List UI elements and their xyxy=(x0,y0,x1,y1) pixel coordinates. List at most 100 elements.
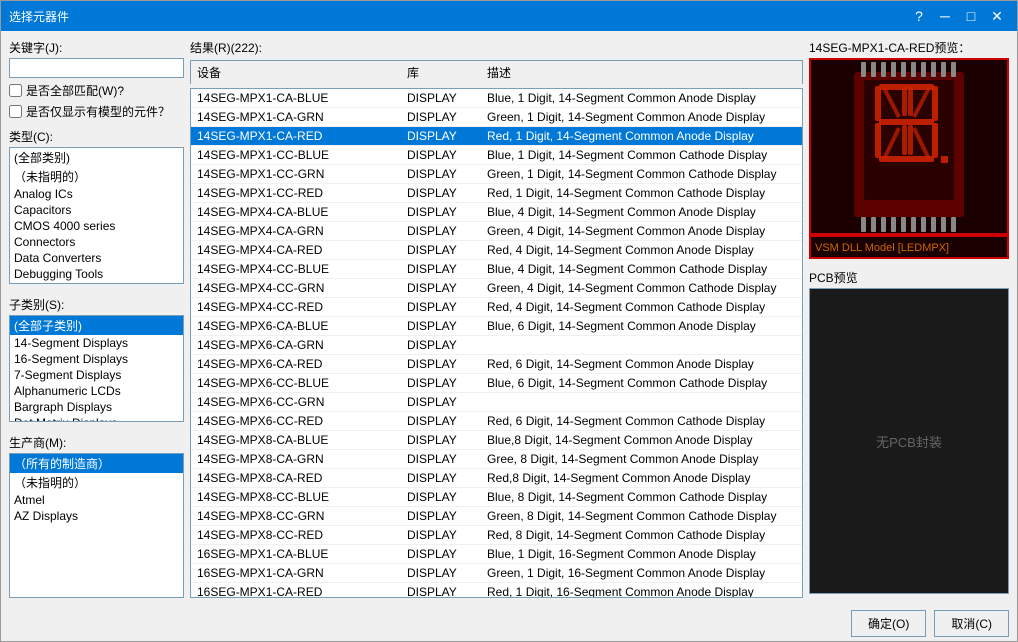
subcategory-listbox[interactable]: (全部子类别)14-Segment Displays16-Segment Dis… xyxy=(9,315,184,422)
results-table[interactable]: 14SEG-MPX1-CA-BLUEDISPLAYBlue, 1 Digit, … xyxy=(190,88,803,598)
table-cell-device: 14SEG-MPX8-CC-GRN xyxy=(195,508,405,524)
table-row[interactable]: 14SEG-MPX6-CC-BLUEDISPLAYBlue, 6 Digit, … xyxy=(191,374,802,393)
table-row[interactable]: 14SEG-MPX8-CC-REDDISPLAYRed, 8 Digit, 14… xyxy=(191,526,802,545)
table-cell-device: 14SEG-MPX8-CA-BLUE xyxy=(195,432,405,448)
table-cell-library: DISPLAY xyxy=(405,261,485,277)
table-cell-library: DISPLAY xyxy=(405,147,485,163)
table-row[interactable]: 14SEG-MPX4-CA-REDDISPLAYRed, 4 Digit, 14… xyxy=(191,241,802,260)
table-row[interactable]: 14SEG-MPX4-CA-GRNDISPLAYGreen, 4 Digit, … xyxy=(191,222,802,241)
table-cell-desc: Blue,8 Digit, 14-Segment Common Anode Di… xyxy=(485,432,798,448)
table-row[interactable]: 14SEG-MPX8-CC-BLUEDISPLAYBlue, 8 Digit, … xyxy=(191,488,802,507)
category-item-3[interactable]: Capacitors xyxy=(10,202,183,218)
category-item-6[interactable]: Data Converters xyxy=(10,250,183,266)
manufacturer-item-2[interactable]: Atmel xyxy=(10,492,183,508)
subcategory-item-3[interactable]: 7-Segment Displays xyxy=(10,367,183,383)
table-row[interactable]: 14SEG-MPX6-CC-REDDISPLAYRed, 6 Digit, 14… xyxy=(191,412,802,431)
right-panel: 14SEG-MPX1-CA-RED预览： xyxy=(809,39,1009,598)
manufacturer-item-0[interactable]: （所有的制造商） xyxy=(10,454,183,473)
left-panel: 关键字(J): 是否全部匹配(W)? 是否仅显示有模型的元件？ 类型(C): (… xyxy=(9,39,184,598)
help-button[interactable]: ? xyxy=(907,6,931,26)
table-row[interactable]: 14SEG-MPX8-CC-GRNDISPLAYGreen, 8 Digit, … xyxy=(191,507,802,526)
table-cell-device: 14SEG-MPX6-CA-BLUE xyxy=(195,318,405,334)
close-button[interactable]: ✕ xyxy=(985,6,1009,26)
dll-model-label: VSM DLL Model [LEDMPX] xyxy=(815,242,949,254)
manufacturer-item-3[interactable]: AZ Displays xyxy=(10,508,183,524)
table-row[interactable]: 16SEG-MPX1-CA-GRNDISPLAYGreen, 1 Digit, … xyxy=(191,564,802,583)
table-row[interactable]: 14SEG-MPX4-CC-REDDISPLAYRed, 4 Digit, 14… xyxy=(191,298,802,317)
table-cell-device: 14SEG-MPX6-CC-BLUE xyxy=(195,375,405,391)
table-row[interactable]: 14SEG-MPX6-CC-GRNDISPLAY xyxy=(191,393,802,412)
table-cell-desc: Blue, 8 Digit, 14-Segment Common Cathode… xyxy=(485,489,798,505)
manufacturer-item-1[interactable]: （未指明的） xyxy=(10,473,183,492)
table-row[interactable]: 14SEG-MPX6-CA-GRNDISPLAY xyxy=(191,336,802,355)
table-cell-library: DISPLAY xyxy=(405,470,485,486)
table-row[interactable]: 14SEG-MPX8-CA-REDDISPLAYRed,8 Digit, 14-… xyxy=(191,469,802,488)
col-device: 设备 xyxy=(195,63,405,82)
subcategory-item-5[interactable]: Bargraph Displays xyxy=(10,399,183,415)
table-row[interactable]: 14SEG-MPX1-CA-BLUEDISPLAYBlue, 1 Digit, … xyxy=(191,89,802,108)
subcategory-item-0[interactable]: (全部子类别) xyxy=(10,316,183,335)
table-cell-desc: Red, 8 Digit, 14-Segment Common Cathode … xyxy=(485,527,798,543)
table-row[interactable]: 14SEG-MPX6-CA-BLUEDISPLAYBlue, 6 Digit, … xyxy=(191,317,802,336)
table-row[interactable]: 16SEG-MPX1-CA-BLUEDISPLAYBlue, 1 Digit, … xyxy=(191,545,802,564)
table-cell-library: DISPLAY xyxy=(405,128,485,144)
title-bar-buttons: ? ─ □ ✕ xyxy=(907,6,1009,26)
pcb-preview-area: 无PCB封装 xyxy=(809,288,1009,594)
table-cell-desc: Green, 8 Digit, 14-Segment Common Cathod… xyxy=(485,508,798,524)
table-cell-device: 14SEG-MPX1-CA-GRN xyxy=(195,109,405,125)
all-match-row: 是否全部匹配(W)? xyxy=(9,82,184,99)
category-listbox[interactable]: (全部类别)（未指明的）Analog ICsCapacitorsCMOS 400… xyxy=(9,147,184,284)
table-cell-library: DISPLAY xyxy=(405,109,485,125)
keyword-input[interactable] xyxy=(9,58,184,78)
ok-button[interactable]: 确定(O) xyxy=(851,610,926,637)
table-row[interactable]: 14SEG-MPX1-CA-GRNDISPLAYGreen, 1 Digit, … xyxy=(191,108,802,127)
model-only-checkbox[interactable] xyxy=(9,105,22,118)
table-row[interactable]: 14SEG-MPX1-CC-GRNDISPLAYGreen, 1 Digit, … xyxy=(191,165,802,184)
category-item-7[interactable]: Debugging Tools xyxy=(10,266,183,282)
table-cell-desc: Green, 4 Digit, 14-Segment Common Cathod… xyxy=(485,280,798,296)
cancel-button[interactable]: 取消(C) xyxy=(934,610,1009,637)
table-row[interactable]: 14SEG-MPX4-CC-BLUEDISPLAYBlue, 4 Digit, … xyxy=(191,260,802,279)
category-item-4[interactable]: CMOS 4000 series xyxy=(10,218,183,234)
table-cell-desc: Green, 1 Digit, 14-Segment Common Anode … xyxy=(485,109,798,125)
table-row[interactable]: 14SEG-MPX8-CA-GRNDISPLAYGree, 8 Digit, 1… xyxy=(191,450,802,469)
table-row[interactable]: 16SEG-MPX1-CA-REDDISPLAYRed, 1 Digit, 16… xyxy=(191,583,802,598)
table-cell-desc: Green, 4 Digit, 14-Segment Common Anode … xyxy=(485,223,798,239)
subcategory-item-6[interactable]: Dot Matrix Displays xyxy=(10,415,183,422)
table-row[interactable]: 14SEG-MPX4-CC-GRNDISPLAYGreen, 4 Digit, … xyxy=(191,279,802,298)
category-section: 类型(C): (全部类别)（未指明的）Analog ICsCapacitorsC… xyxy=(9,124,184,284)
table-cell-desc: Blue, 4 Digit, 14-Segment Common Cathode… xyxy=(485,261,798,277)
table-cell-library: DISPLAY xyxy=(405,204,485,220)
category-item-5[interactable]: Connectors xyxy=(10,234,183,250)
title-bar: 选择元器件 ? ─ □ ✕ xyxy=(1,1,1017,31)
category-item-1[interactable]: （未指明的） xyxy=(10,167,183,186)
table-cell-desc: Blue, 1 Digit, 16-Segment Common Anode D… xyxy=(485,546,798,562)
no-pcb-label: 无PCB封装 xyxy=(876,432,942,451)
table-cell-device: 14SEG-MPX1-CA-BLUE xyxy=(195,90,405,106)
subcategory-item-2[interactable]: 16-Segment Displays xyxy=(10,351,183,367)
table-cell-device: 14SEG-MPX1-CC-GRN xyxy=(195,166,405,182)
table-row[interactable]: 14SEG-MPX1-CA-REDDISPLAYRed, 1 Digit, 14… xyxy=(191,127,802,146)
table-cell-device: 14SEG-MPX8-CC-BLUE xyxy=(195,489,405,505)
table-cell-desc: Red, 1 Digit, 14-Segment Common Anode Di… xyxy=(485,128,798,144)
subcategory-item-1[interactable]: 14-Segment Displays xyxy=(10,335,183,351)
table-cell-device: 14SEG-MPX6-CC-RED xyxy=(195,413,405,429)
dll-model-label-container: VSM DLL Model [LEDMPX] xyxy=(809,235,1009,259)
table-row[interactable]: 14SEG-MPX1-CC-REDDISPLAYRed, 1 Digit, 14… xyxy=(191,184,802,203)
table-row[interactable]: 14SEG-MPX1-CC-BLUEDISPLAYBlue, 1 Digit, … xyxy=(191,146,802,165)
category-item-0[interactable]: (全部类别) xyxy=(10,148,183,167)
table-cell-desc: Red, 6 Digit, 14-Segment Common Cathode … xyxy=(485,413,798,429)
manufacturer-listbox[interactable]: （所有的制造商）（未指明的）AtmelAZ Displays xyxy=(9,453,184,598)
maximize-button[interactable]: □ xyxy=(959,6,983,26)
subcategory-label: 子类别(S): xyxy=(9,296,184,313)
table-row[interactable]: 14SEG-MPX6-CA-REDDISPLAYRed, 6 Digit, 14… xyxy=(191,355,802,374)
minimize-button[interactable]: ─ xyxy=(933,6,957,26)
category-item-2[interactable]: Analog ICs xyxy=(10,186,183,202)
all-match-checkbox[interactable] xyxy=(9,84,22,97)
component-preview-section: 14SEG-MPX1-CA-RED预览： xyxy=(809,39,1009,259)
subcategory-item-4[interactable]: Alphanumeric LCDs xyxy=(10,383,183,399)
table-row[interactable]: 14SEG-MPX8-CA-BLUEDISPLAYBlue,8 Digit, 1… xyxy=(191,431,802,450)
table-row[interactable]: 14SEG-MPX4-CA-BLUEDISPLAYBlue, 4 Digit, … xyxy=(191,203,802,222)
table-cell-library: DISPLAY xyxy=(405,299,485,315)
category-item-8[interactable]: Diodes xyxy=(10,282,183,284)
